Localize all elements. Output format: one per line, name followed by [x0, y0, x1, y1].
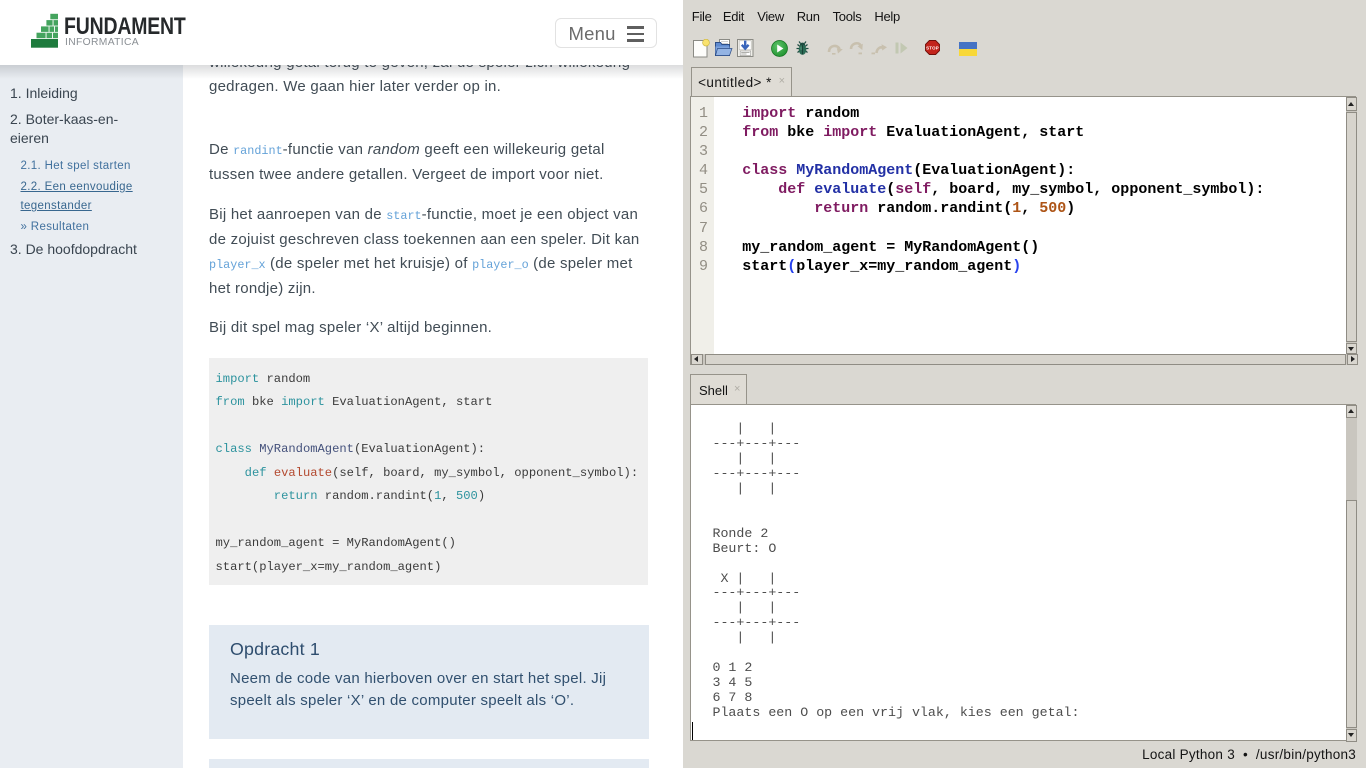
svg-text:STOP: STOP	[926, 45, 939, 50]
